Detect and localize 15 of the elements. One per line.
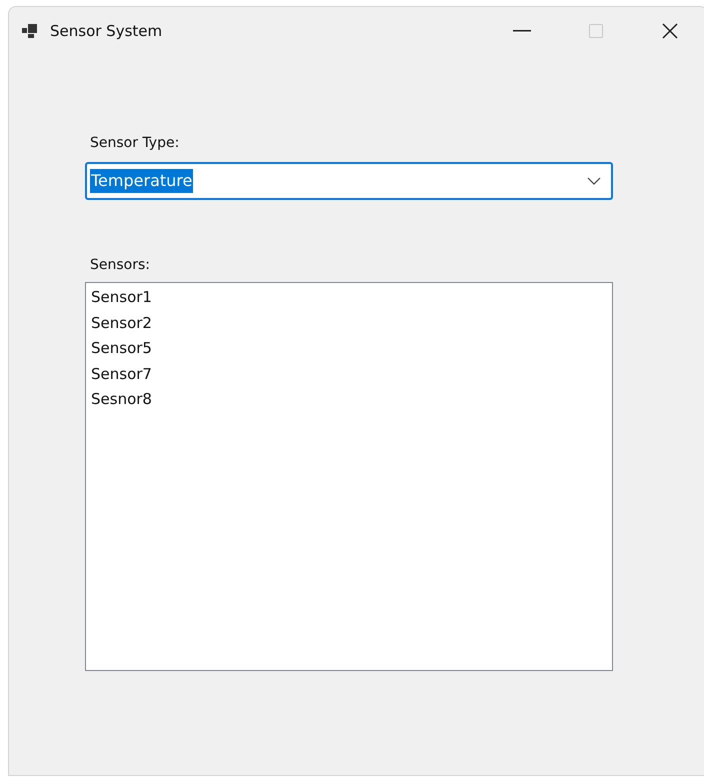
maximize-icon — [589, 24, 603, 38]
app-icon — [22, 24, 38, 38]
list-item[interactable]: Sesnor8 — [91, 387, 607, 412]
list-item[interactable]: Sensor2 — [91, 310, 607, 336]
field-label: Sensors: — [89, 256, 151, 275]
list-item[interactable]: Sensor7 — [91, 362, 607, 387]
field-label: Sensor Type: — [89, 134, 180, 153]
sensors-list[interactable]: Sensor1 Sensor2 Sensor5 Sensor7 Sesnor8 — [85, 282, 613, 671]
list-item[interactable]: Sensor5 — [91, 336, 607, 362]
minimize-icon — [513, 30, 531, 32]
window-title: Sensor System — [50, 20, 162, 42]
chevron-down-icon — [587, 177, 601, 185]
list-item[interactable]: Sensor1 — [91, 285, 607, 310]
sensor-type-dropdown[interactable]: Temperature — [85, 162, 613, 200]
close-icon — [662, 23, 678, 39]
